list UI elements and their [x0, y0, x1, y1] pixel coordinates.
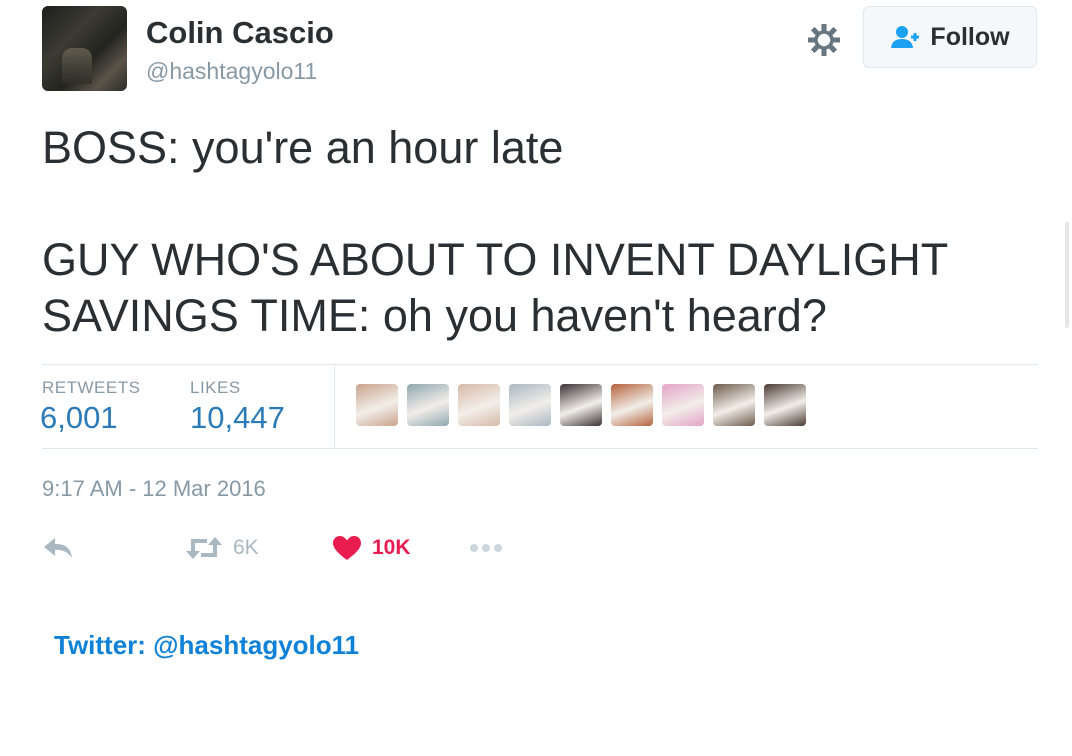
retweets-count[interactable]: 6,001: [40, 400, 118, 436]
follow-button[interactable]: Follow: [863, 6, 1037, 68]
tweet-timestamp[interactable]: 9:17 AM - 12 Mar 2016: [42, 476, 266, 502]
tweet-text-line-3: SAVINGS TIME: oh you haven't heard?: [42, 290, 827, 341]
like-count: 10K: [372, 536, 411, 559]
divider: [42, 364, 1038, 365]
retweets-label[interactable]: RETWEETS: [42, 378, 140, 398]
liker-avatar[interactable]: [662, 384, 704, 426]
liker-avatar[interactable]: [713, 384, 755, 426]
scrollbar[interactable]: [1065, 222, 1069, 328]
author-avatar[interactable]: [42, 6, 127, 91]
likes-count[interactable]: 10,447: [190, 400, 285, 436]
liker-avatar[interactable]: [509, 384, 551, 426]
tweet-text-line-1: BOSS: you're an hour late: [42, 122, 564, 173]
more-icon: [470, 544, 502, 552]
divider: [334, 364, 335, 448]
liker-avatar[interactable]: [764, 384, 806, 426]
tweet-card: Colin Cascio @hashtagyolo11 Follow BOSS:…: [0, 0, 1072, 610]
liker-avatar[interactable]: [407, 384, 449, 426]
tweet-text-line-2: GUY WHO'S ABOUT TO INVENT DAYLIGHT: [42, 234, 949, 285]
gear-icon[interactable]: [806, 22, 842, 58]
follow-label: Follow: [930, 22, 1010, 51]
retweet-count: 6K: [233, 536, 259, 559]
source-credit[interactable]: Twitter: @hashtagyolo11: [54, 630, 359, 661]
like-button[interactable]: 10K: [332, 528, 411, 568]
retweet-icon: [186, 537, 222, 559]
author-handle[interactable]: @hashtagyolo11: [146, 58, 317, 85]
reply-icon: [44, 538, 72, 558]
heart-icon: [333, 536, 361, 560]
likes-label[interactable]: LIKES: [190, 378, 241, 398]
liker-avatar[interactable]: [560, 384, 602, 426]
more-button[interactable]: [468, 528, 504, 568]
reply-button[interactable]: [42, 528, 74, 568]
author-name[interactable]: Colin Cascio: [146, 15, 334, 51]
liker-avatar[interactable]: [611, 384, 653, 426]
retweet-button[interactable]: 6K: [185, 528, 259, 568]
divider: [42, 448, 1038, 449]
liker-avatar[interactable]: [458, 384, 500, 426]
liker-avatar[interactable]: [356, 384, 398, 426]
add-user-icon: [891, 26, 920, 48]
